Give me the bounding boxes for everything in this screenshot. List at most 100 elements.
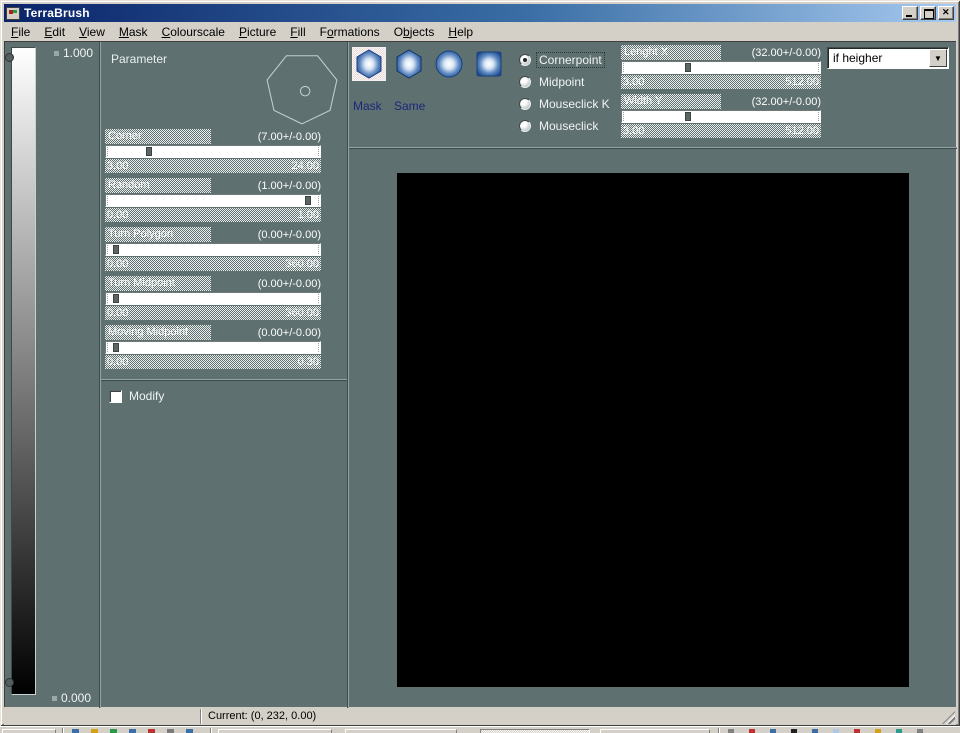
slider-min: 0.00 — [107, 257, 128, 271]
menu-item-picture[interactable]: Picture — [232, 24, 283, 40]
maximize-button[interactable] — [920, 6, 936, 20]
menu-item-formations[interactable]: Formations — [313, 24, 387, 40]
polygon-preview — [263, 49, 341, 127]
slider-track[interactable] — [105, 292, 321, 305]
radio-button-icon[interactable] — [519, 98, 531, 110]
hexagon-brush-icon[interactable] — [352, 47, 386, 81]
quicklaunch-icon[interactable] — [148, 729, 155, 733]
slider-track[interactable] — [105, 341, 321, 354]
terrain-canvas[interactable] — [397, 173, 909, 687]
window-title: TerraBrush — [24, 6, 90, 20]
slider-thumb[interactable] — [685, 112, 691, 121]
blend-mode-dropdown[interactable]: if heigher ▼ — [827, 47, 949, 69]
menu-item-fill[interactable]: Fill — [283, 24, 312, 40]
midpoint-circle-icon — [300, 86, 309, 95]
slider-thumb[interactable] — [113, 294, 119, 303]
tray-icon[interactable] — [917, 729, 923, 733]
tray-icon[interactable] — [875, 729, 881, 733]
quicklaunch-icon[interactable] — [129, 729, 136, 733]
app-icon — [6, 7, 20, 20]
slider-max: 1.00 — [298, 208, 319, 222]
tray-icon[interactable] — [896, 729, 902, 733]
slider-label: Turn Midpoint — [105, 276, 211, 291]
slider-value: (32.00+/-0.00) — [752, 47, 821, 59]
tray-icon[interactable] — [770, 729, 776, 733]
slider-thumb[interactable] — [113, 343, 119, 352]
tray-icon[interactable] — [812, 729, 818, 733]
slider-label: Width Y — [621, 94, 721, 109]
slider-min: 0.00 — [107, 208, 128, 222]
taskbar-button-active[interactable] — [480, 729, 590, 733]
slider-thumb[interactable] — [685, 63, 691, 72]
quicklaunch-icon[interactable] — [72, 729, 79, 733]
titlebar[interactable]: TerraBrush — [4, 4, 956, 22]
menu-item-colourscale[interactable]: Colourscale — [155, 24, 232, 40]
radio-button-icon[interactable] — [519, 120, 531, 132]
slider-track[interactable] — [621, 61, 821, 74]
same-link[interactable]: Same — [394, 99, 425, 113]
square-brush-icon[interactable] — [472, 47, 506, 81]
colourscale-gradient-bar[interactable] — [11, 47, 36, 695]
slider-lenght-x: Lenght X(32.00+/-0.00)3.00512.00 — [621, 45, 821, 89]
taskbar-button[interactable] — [345, 729, 457, 733]
menu-item-objects[interactable]: Objects — [387, 24, 442, 40]
radio-mouseclick[interactable]: Mouseclick — [519, 118, 600, 134]
slider-turn-midpoint: Turn Midpoint(0.00+/-0.00)0.00360.00 — [105, 276, 321, 320]
menu-item-help[interactable]: Help — [441, 24, 480, 40]
gradient-top-marker[interactable] — [5, 53, 14, 62]
taskbar-separator — [210, 728, 212, 733]
radio-cornerpoint[interactable]: Cornerpoint — [519, 52, 604, 68]
taskbar-button[interactable] — [600, 729, 710, 733]
menu-item-file[interactable]: File — [4, 24, 37, 40]
close-button[interactable] — [938, 6, 954, 20]
separator-modify — [101, 379, 347, 381]
slider-thumb[interactable] — [113, 245, 119, 254]
radio-mouseclick-k[interactable]: Mouseclick K — [519, 96, 612, 112]
slider-value: (0.00+/-0.00) — [258, 327, 321, 339]
slider-max: 360.00 — [285, 306, 319, 320]
tray-icon[interactable] — [791, 729, 797, 733]
circle-brush-icon[interactable] — [432, 47, 466, 81]
radio-button-icon[interactable] — [519, 54, 531, 66]
slider-max: 24.00 — [291, 159, 319, 173]
slider-track[interactable] — [105, 145, 321, 158]
radio-button-icon[interactable] — [519, 76, 531, 88]
menu-item-view[interactable]: View — [72, 24, 112, 40]
slider-label: Turn Polygon — [105, 227, 211, 242]
start-button[interactable] — [2, 729, 56, 733]
slider-track[interactable] — [621, 110, 821, 123]
size-sliders: Lenght X(32.00+/-0.00)3.00512.00Width Y(… — [621, 45, 821, 143]
radio-midpoint[interactable]: Midpoint — [519, 74, 586, 90]
slider-max: 512.00 — [785, 124, 819, 138]
chevron-down-icon[interactable]: ▼ — [929, 49, 947, 67]
slider-thumb[interactable] — [146, 147, 152, 156]
tray-icon[interactable] — [854, 729, 860, 733]
gradient-bottom-marker[interactable] — [5, 678, 14, 687]
menu-item-mask[interactable]: Mask — [112, 24, 155, 40]
quicklaunch-icon[interactable] — [91, 729, 98, 733]
client-area: 1.000 0.000 Parameter Corner(7.00+/-0.00… — [4, 41, 956, 707]
slider-moving-midpoint: Moving Midpoint(0.00+/-0.00)0.000.30 — [105, 325, 321, 369]
slider-track[interactable] — [105, 194, 321, 207]
tray-icon[interactable] — [749, 729, 755, 733]
modify-checkbox[interactable] — [109, 390, 122, 403]
minimize-button[interactable] — [902, 6, 918, 20]
mask-link[interactable]: Mask — [353, 99, 382, 113]
taskbar-button[interactable] — [218, 729, 332, 733]
quicklaunch-icon[interactable] — [167, 729, 174, 733]
slider-label: Lenght X — [621, 45, 721, 60]
statusbar: Current: (0, 232, 0.00) — [4, 708, 956, 725]
menubar: FileEditViewMaskColourscalePictureFillFo… — [4, 23, 956, 41]
menu-item-edit[interactable]: Edit — [37, 24, 72, 40]
quicklaunch-icon[interactable] — [186, 729, 193, 733]
slider-value: (0.00+/-0.00) — [258, 229, 321, 241]
tray-icon[interactable] — [833, 729, 839, 733]
quicklaunch-icon[interactable] — [110, 729, 117, 733]
slider-track[interactable] — [105, 243, 321, 256]
parameter-panel-title: Parameter — [111, 52, 167, 66]
slider-thumb[interactable] — [305, 196, 311, 205]
tray-icon[interactable] — [728, 729, 734, 733]
hexagon-solid-brush-icon[interactable] — [392, 47, 426, 81]
resize-grip[interactable] — [942, 711, 955, 724]
slider-value: (7.00+/-0.00) — [258, 131, 321, 143]
